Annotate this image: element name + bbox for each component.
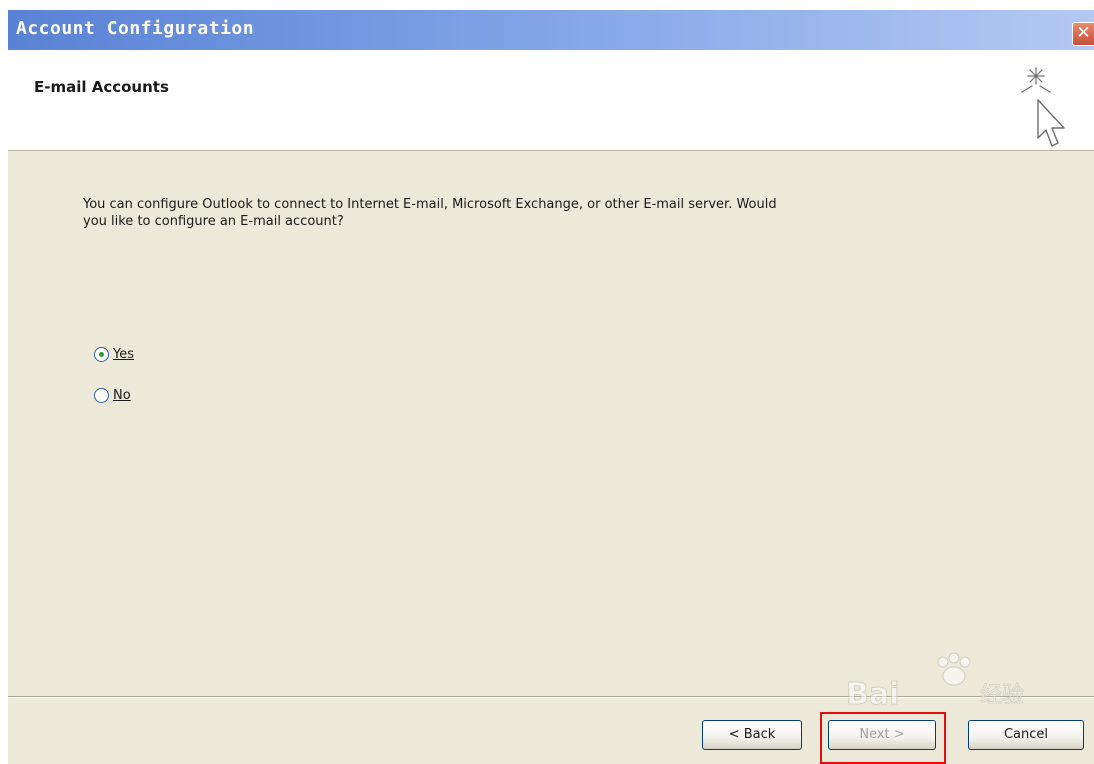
intro-text: You can configure Outlook to connect to … — [83, 197, 777, 229]
cancel-button[interactable]: Cancel — [968, 720, 1084, 750]
back-button[interactable]: < Back — [702, 720, 802, 750]
option-yes-label[interactable]: Yes — [113, 347, 134, 362]
close-button[interactable]: ✕ — [1072, 22, 1094, 46]
account-configuration-dialog: Account Configuration ✕ E-mail Accounts … — [8, 10, 1094, 764]
svg-text:经验: 经验 — [980, 683, 1024, 708]
option-no[interactable]: No — [94, 385, 131, 405]
radio-selected-dot — [99, 351, 104, 357]
baidu-watermark-logo: Bai 经验 — [846, 652, 1024, 712]
page-title: E-mail Accounts — [34, 78, 169, 96]
next-button-highlight-box — [820, 712, 946, 764]
close-icon: ✕ — [1076, 23, 1091, 43]
window-title: Account Configuration — [16, 18, 255, 39]
radio-no[interactable] — [94, 387, 109, 403]
wizard-sparkle-cursor-icon — [1021, 67, 1065, 147]
option-no-label[interactable]: No — [113, 388, 131, 403]
title-bar[interactable]: Account Configuration ✕ — [8, 10, 1094, 50]
option-yes[interactable]: Yes — [94, 344, 134, 364]
radio-yes[interactable] — [94, 346, 109, 362]
svg-text:Bai: Bai — [846, 677, 899, 712]
wizard-header: E-mail Accounts — [8, 50, 1094, 151]
